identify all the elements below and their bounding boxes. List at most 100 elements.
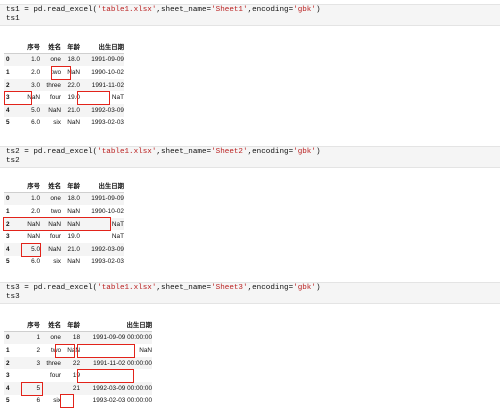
table-row: 5 6.0 six NaN 1993-02-03 bbox=[4, 117, 124, 130]
table-cell: six bbox=[53, 119, 61, 127]
table-cell: NaT bbox=[80, 217, 124, 231]
code-var: ts2 bbox=[6, 148, 20, 156]
table-cell: six bbox=[53, 258, 61, 266]
column-header: 序号 bbox=[16, 179, 40, 193]
code-line: ts3 bbox=[6, 293, 20, 301]
table-header-row: 序号 姓名 年龄 出生日期 bbox=[4, 318, 152, 332]
table-cell: NaN bbox=[67, 207, 80, 215]
table-cell: 1991-11-02 00:00:00 bbox=[80, 356, 152, 370]
row-index: 0 bbox=[4, 331, 16, 345]
table-row: 5 6 six 1993-02-03 00:00:00 bbox=[4, 395, 152, 408]
dataframe-table-1: 序号 姓名 年龄 出生日期 0 1.0 one 18.0 1991-09-09 1 2.0… bbox=[4, 40, 124, 129]
table-header-row: 序号 姓名 年龄 出生日期 bbox=[4, 179, 124, 193]
table-cell: NaN bbox=[27, 94, 40, 102]
table-cell: 1.0 bbox=[16, 192, 40, 206]
column-header: 年龄 bbox=[61, 179, 80, 193]
table-cell: two bbox=[51, 346, 61, 354]
table-cell: 1993-02-03 bbox=[91, 119, 124, 127]
table-cell: three bbox=[40, 356, 61, 370]
table-cell: four bbox=[49, 233, 61, 241]
table-cell: 1991-09-09 00:00:00 bbox=[80, 331, 152, 345]
index-header bbox=[4, 318, 16, 332]
table-cell: 1992-03-09 bbox=[80, 103, 124, 117]
table-row: 3 NaN four 19.0 NaT bbox=[4, 91, 124, 104]
code-text: ,encoding= bbox=[247, 148, 294, 156]
table-cell: two bbox=[51, 207, 61, 215]
table-cell: 1.0 bbox=[16, 53, 40, 67]
row-index: 5 bbox=[6, 258, 10, 266]
code-cell-2[interactable]: ts2 = pd.read_excel('table1.xlsx',sheet_… bbox=[0, 146, 500, 168]
table-cell: 5.0 bbox=[16, 242, 40, 256]
table-cell: 21.0 bbox=[61, 103, 80, 117]
row-index: 1 bbox=[6, 207, 10, 215]
column-header: 姓名 bbox=[40, 179, 61, 193]
table-cell: 1993-02-03 00:00:00 bbox=[92, 397, 152, 405]
table-row: 1 2.0 two NaN 1990-10-02 bbox=[4, 66, 124, 79]
table-cell: four bbox=[49, 94, 61, 102]
table-row: 0 1.0 one 18.0 1991-09-09 bbox=[4, 192, 124, 206]
column-header: 序号 bbox=[16, 318, 40, 332]
table-cell bbox=[61, 395, 80, 408]
table-row: 3 four 19 bbox=[4, 369, 152, 382]
table-cell: 22.0 bbox=[61, 78, 80, 92]
row-index: 3 bbox=[6, 372, 10, 380]
table-cell: 5.0 bbox=[16, 103, 40, 117]
table-cell: NaN bbox=[27, 233, 40, 241]
code-cell-3[interactable]: ts3 = pd.read_excel('table1.xlsx',sheet_… bbox=[0, 282, 500, 304]
table-cell: NaN bbox=[67, 258, 80, 266]
row-index: 4 bbox=[4, 103, 16, 117]
table-cell: NaN bbox=[139, 346, 152, 354]
table-cell: 2.0 bbox=[31, 207, 40, 215]
table-cell: 19.0 bbox=[67, 94, 80, 102]
row-index: 4 bbox=[4, 242, 16, 256]
table-cell: NaN bbox=[40, 242, 61, 256]
row-index: 2 bbox=[4, 78, 16, 92]
table-row: 2 3 three 22 1991-11-02 00:00:00 bbox=[4, 356, 152, 370]
column-header: 出生日期 bbox=[80, 318, 152, 332]
table-cell: NaN bbox=[67, 346, 80, 354]
code-line: ts2 = pd.read_excel('table1.xlsx',sheet_… bbox=[6, 148, 500, 157]
code-cell-1[interactable]: ts1 = pd.read_excel('table1.xlsx',sheet_… bbox=[0, 4, 500, 26]
table-row: 2 NaN NaN NaN NaT bbox=[4, 217, 124, 231]
table-cell: four bbox=[49, 372, 61, 380]
table-row: 4 5.0 NaN 21.0 1992-03-09 bbox=[4, 242, 124, 256]
column-header: 姓名 bbox=[40, 318, 61, 332]
code-line: ts1 = pd.read_excel('table1.xlsx',sheet_… bbox=[6, 6, 500, 15]
code-text: = pd.read_excel( bbox=[19, 6, 98, 14]
table-cell: NaN bbox=[67, 119, 80, 127]
row-index: 5 bbox=[6, 397, 10, 405]
code-string: 'gbk' bbox=[293, 284, 316, 292]
row-index: 4 bbox=[4, 381, 16, 395]
table-cell: 6.0 bbox=[31, 258, 40, 266]
table-row: 0 1 one 18 1991-09-09 00:00:00 bbox=[4, 331, 152, 345]
column-header: 序号 bbox=[16, 40, 40, 54]
table-row: 0 1.0 one 18.0 1991-09-09 bbox=[4, 53, 124, 67]
column-header: 姓名 bbox=[40, 40, 61, 54]
table-cell: three bbox=[40, 78, 61, 92]
column-header: 出生日期 bbox=[80, 179, 124, 193]
table-cell: 1992-03-09 00:00:00 bbox=[80, 381, 152, 395]
table-cell: 6 bbox=[36, 397, 40, 405]
code-line: ts3 = pd.read_excel('table1.xlsx',sheet_… bbox=[6, 284, 500, 293]
table-cell: NaN bbox=[61, 217, 80, 231]
table-cell: one bbox=[40, 53, 61, 67]
column-header: 出生日期 bbox=[80, 40, 124, 54]
table-cell: 21 bbox=[61, 381, 80, 395]
table-cell: 1990-10-02 bbox=[91, 68, 124, 76]
code-string: 'table1.xlsx' bbox=[97, 148, 157, 156]
table-cell: NaT bbox=[111, 94, 124, 102]
table-cell: 1993-02-03 bbox=[91, 258, 124, 266]
code-text: = pd.read_excel( bbox=[19, 148, 98, 156]
table-cell bbox=[40, 381, 61, 395]
table-cell: 5 bbox=[16, 381, 40, 395]
code-line: ts1 bbox=[6, 15, 20, 23]
code-text: ) bbox=[315, 6, 321, 14]
column-header: 年龄 bbox=[61, 318, 80, 332]
code-text: = pd.read_excel( bbox=[19, 284, 98, 292]
row-index: 3 bbox=[6, 233, 10, 241]
table-cell: 18.0 bbox=[61, 53, 80, 67]
dataframe-table-3: 序号 姓名 年龄 出生日期 0 1 one 18 1991-09-09 00:00:00… bbox=[4, 318, 152, 407]
dataframe-table-2: 序号 姓名 年龄 出生日期 0 1.0 one 18.0 1991-09-09 1 2.0… bbox=[4, 179, 124, 268]
row-index: 5 bbox=[6, 119, 10, 127]
table-cell: 2 bbox=[36, 346, 40, 354]
